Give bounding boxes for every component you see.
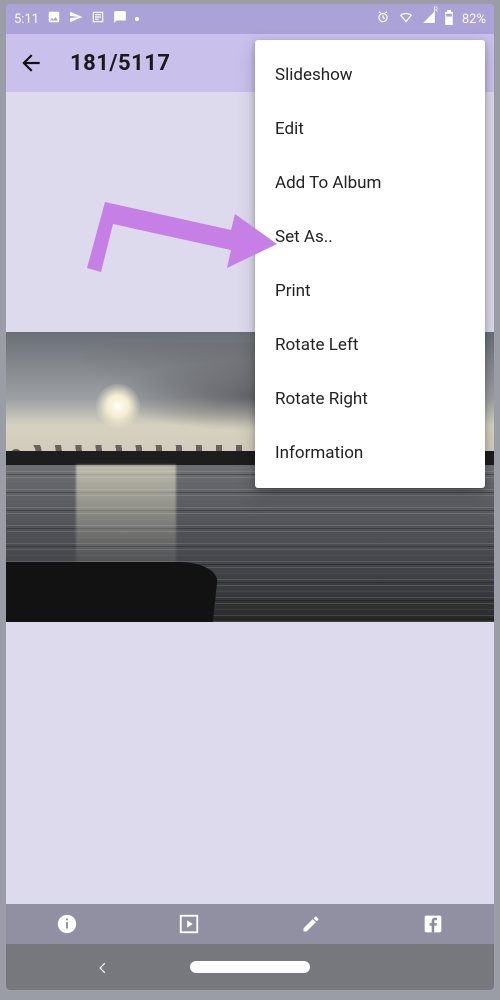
wifi-icon [398, 10, 414, 28]
signal-icon: R [422, 10, 436, 28]
menu-item-edit[interactable]: Edit [255, 102, 485, 156]
news-icon [91, 10, 105, 28]
menu-item-rotate-left[interactable]: Rotate Left [255, 318, 485, 372]
info-icon[interactable] [56, 913, 78, 935]
device-frame: 5:11 [0, 0, 500, 1000]
battery-icon [444, 10, 454, 29]
menu-item-print[interactable]: Print [255, 264, 485, 318]
alarm-icon [376, 10, 390, 28]
bottom-toolbar [6, 904, 494, 944]
menu-item-rotate-right[interactable]: Rotate Right [255, 372, 485, 426]
messages-icon [113, 10, 127, 28]
photo-counter: 181/5117 [70, 51, 171, 76]
edit-icon[interactable] [300, 913, 322, 935]
battery-percentage: 82% [462, 12, 486, 27]
nav-home-pill[interactable] [190, 961, 310, 973]
menu-item-set-as[interactable]: Set As.. [255, 210, 485, 264]
menu-item-slideshow[interactable]: Slideshow [255, 48, 485, 102]
nav-back-button[interactable] [96, 960, 110, 979]
system-nav-bar [6, 944, 494, 990]
status-time: 5:11 [14, 12, 39, 27]
back-button[interactable] [16, 48, 46, 78]
screen: 5:11 [6, 4, 494, 990]
slideshow-icon[interactable] [178, 913, 200, 935]
dot-icon [135, 17, 139, 21]
image-icon [47, 10, 61, 28]
status-bar: 5:11 [6, 4, 494, 34]
menu-item-information[interactable]: Information [255, 426, 485, 480]
send-icon [69, 10, 83, 28]
facebook-icon[interactable] [422, 913, 444, 935]
overflow-menu: Slideshow Edit Add To Album Set As.. Pri… [255, 40, 485, 488]
menu-item-add-to-album[interactable]: Add To Album [255, 156, 485, 210]
